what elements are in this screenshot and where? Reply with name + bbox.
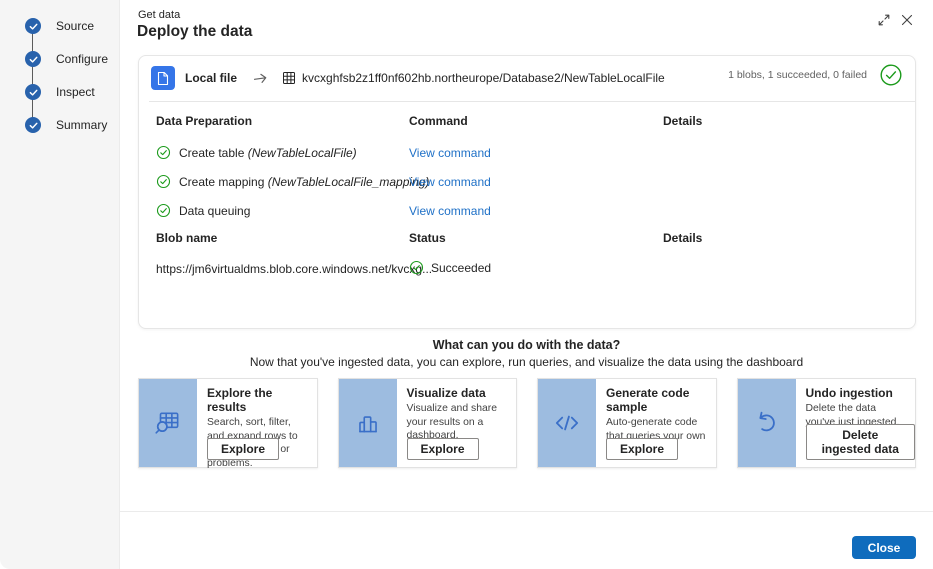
delete-ingested-data-button[interactable]: Delete ingested data — [806, 424, 916, 460]
step-label: Configure — [56, 52, 108, 66]
step-label: Source — [56, 19, 94, 33]
bar-chart-icon — [339, 379, 397, 467]
table-row: Create mapping (NewTableLocalFile_mappin… — [156, 174, 429, 189]
source-destination-row: Local file kvcxghfsb2z1ff0nf602hb.northe… — [151, 64, 665, 92]
column-header-details: Details — [663, 231, 702, 245]
prep-step-label: Create table — [179, 146, 244, 160]
card-title: Generate code sample — [606, 386, 708, 414]
undo-arrow-icon — [738, 379, 796, 467]
card-title: Explore the results — [207, 386, 309, 414]
explore-results-button[interactable]: Explore — [207, 438, 279, 460]
destination-path: kvcxghfsb2z1ff0nf602hb.northeurope/Datab… — [302, 71, 665, 85]
view-command-link[interactable]: View command — [409, 175, 491, 189]
footer-divider — [120, 511, 933, 512]
table-row: Data queuing — [156, 203, 250, 218]
card-title: Undo ingestion — [806, 386, 908, 400]
prep-step-label: Data queuing — [179, 204, 250, 218]
generate-code-button[interactable]: Explore — [606, 438, 678, 460]
column-header-data-preparation: Data Preparation — [156, 114, 252, 128]
next-steps-subtitle: Now that you've ingested data, you can e… — [120, 355, 933, 369]
blob-url: https://jm6virtualdms.blob.core.windows.… — [156, 262, 432, 276]
success-circle-icon — [156, 145, 171, 160]
next-steps-cards: Explore the results Search, sort, filter… — [138, 378, 916, 468]
visualize-data-button[interactable]: Explore — [407, 438, 479, 460]
success-circle-icon — [879, 63, 903, 87]
document-icon — [151, 66, 175, 90]
table-search-icon — [139, 379, 197, 467]
prep-step-detail: (NewTableLocalFile_mapping) — [268, 175, 430, 189]
status-text: Succeeded — [431, 261, 491, 275]
card-header-divider — [149, 101, 915, 102]
next-steps-title: What can you do with the data? — [120, 338, 933, 352]
step-completed-check-icon — [25, 117, 41, 133]
success-circle-icon — [409, 260, 424, 275]
visualize-data-card: Visualize data Visualize and share your … — [338, 378, 518, 468]
undo-ingestion-card: Undo ingestion Delete the data you've ju… — [737, 378, 917, 468]
get-data-dialog: Source Configure Inspect Summary Get dat… — [0, 0, 933, 569]
sidebar-item-summary[interactable]: Summary — [25, 117, 107, 133]
step-label: Summary — [56, 118, 107, 132]
column-header-blob-name: Blob name — [156, 231, 217, 245]
breadcrumb: Get data — [138, 9, 180, 21]
step-completed-check-icon — [25, 84, 41, 100]
sidebar-item-configure[interactable]: Configure — [25, 51, 108, 67]
step-completed-check-icon — [25, 18, 41, 34]
sidebar-item-inspect[interactable]: Inspect — [25, 84, 95, 100]
expand-icon[interactable] — [876, 12, 892, 28]
arrow-right-icon — [253, 72, 268, 85]
generate-code-card: Generate code sample Auto-generate code … — [537, 378, 717, 468]
stepper-connector-line — [32, 26, 33, 125]
close-icon[interactable] — [899, 12, 915, 28]
ingestion-summary-card: Local file kvcxghfsb2z1ff0nf602hb.northe… — [138, 55, 916, 329]
view-command-link[interactable]: View command — [409, 204, 491, 218]
view-command-link[interactable]: View command — [409, 146, 491, 160]
success-circle-icon — [156, 174, 171, 189]
close-button[interactable]: Close — [852, 536, 916, 559]
status-badge: Succeeded — [409, 260, 491, 275]
code-icon — [538, 379, 596, 467]
column-header-status: Status — [409, 231, 446, 245]
column-header-command: Command — [409, 114, 468, 128]
page-title: Deploy the data — [137, 23, 252, 41]
blob-summary-text: 1 blobs, 1 succeeded, 0 failed — [728, 69, 867, 81]
sidebar-item-source[interactable]: Source — [25, 18, 94, 34]
success-circle-icon — [156, 203, 171, 218]
source-type-label: Local file — [185, 71, 237, 85]
table-row: Create table (NewTableLocalFile) — [156, 145, 357, 160]
card-description: Visualize and share your results on a da… — [407, 402, 509, 443]
prep-step-detail: (NewTableLocalFile) — [248, 146, 357, 160]
step-label: Inspect — [56, 85, 95, 99]
step-completed-check-icon — [25, 51, 41, 67]
card-title: Visualize data — [407, 386, 509, 400]
table-grid-icon — [282, 71, 296, 85]
column-header-details: Details — [663, 114, 702, 128]
explore-results-card: Explore the results Search, sort, filter… — [138, 378, 318, 468]
stepper-sidebar: Source Configure Inspect Summary — [0, 0, 120, 569]
prep-step-label: Create mapping — [179, 175, 264, 189]
